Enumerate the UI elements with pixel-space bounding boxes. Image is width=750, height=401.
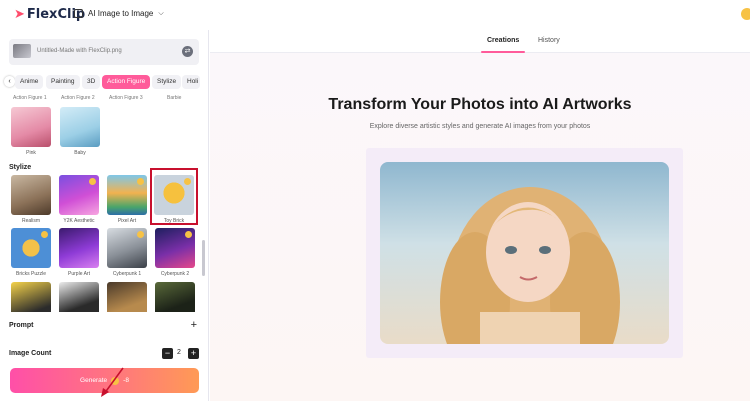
premium-crown-icon	[137, 231, 144, 238]
style-thumbnail	[107, 282, 147, 312]
style-thumbnail	[11, 175, 51, 215]
caption-barbie: Barbie	[167, 95, 182, 101]
style-card-cyberpunk-1[interactable]: Cyberpunk 1	[107, 228, 147, 277]
credits-coin-icon[interactable]	[741, 8, 750, 20]
premium-crown-icon	[41, 231, 48, 238]
style-card-partial[interactable]	[11, 282, 51, 312]
style-thumbnail	[60, 107, 100, 147]
image-count-label: Image Count	[9, 350, 52, 357]
tab-history[interactable]: History	[538, 37, 560, 44]
style-card-realism[interactable]: Realism	[11, 175, 51, 224]
uploaded-filename: Untitled-Made with FlexClip.png	[37, 48, 122, 54]
image-count-value: 2	[177, 349, 181, 356]
premium-crown-icon	[89, 178, 96, 185]
style-thumbnail	[11, 282, 51, 312]
chevron-down-icon: ⌵	[158, 9, 164, 17]
premium-crown-icon	[185, 231, 192, 238]
prompt-row[interactable]: Prompt +	[9, 319, 199, 333]
style-card-purple-art[interactable]: Purple Art	[59, 228, 99, 277]
style-thumbnail	[59, 282, 99, 312]
tab-anime[interactable]: Anime	[15, 75, 44, 89]
style-card-y2k-aesthetic[interactable]: Y2K Aesthetic	[59, 175, 99, 224]
prompt-label: Prompt	[9, 322, 34, 329]
selected-style-highlight	[150, 168, 198, 225]
caption-action-figure-3: Action Figure 3	[109, 95, 143, 101]
tool-name: AI Image to Image	[88, 9, 154, 18]
caption-action-figure-2: Action Figure 2	[61, 95, 95, 101]
style-card-partial[interactable]	[107, 282, 147, 312]
style-thumbnail	[59, 228, 99, 268]
increase-count-button[interactable]: +	[188, 348, 199, 359]
active-tab-indicator	[481, 51, 525, 53]
tool-dropdown[interactable]: AI Image to Image ⌵	[74, 9, 164, 18]
top-bar: ➤ FlexClip AI Image to Image ⌵	[0, 0, 750, 30]
style-card-partial[interactable]	[59, 282, 99, 312]
premium-crown-icon	[137, 178, 144, 185]
tab-action-figure[interactable]: Action Figure	[102, 75, 151, 89]
style-card-bricks-puzzle[interactable]: Bricks Puzzle	[11, 228, 51, 277]
style-thumbnail	[11, 107, 51, 147]
style-card-label: Purple Art	[68, 271, 90, 277]
style-card-label: Y2K Aesthetic	[63, 218, 95, 224]
style-card-baby[interactable]: Baby	[60, 107, 100, 156]
style-tabs: ‹ Anime Painting 3D Action Figure Styliz…	[0, 73, 209, 91]
flexclip-logo-icon: ➤	[14, 7, 25, 22]
decrease-count-button[interactable]: −	[162, 348, 173, 359]
style-card-pixel-art[interactable]: Pixel Art	[107, 175, 147, 224]
page-title: Transform Your Photos into AI Artworks	[328, 96, 632, 113]
style-card-label: Realism	[21, 218, 41, 224]
style-card-pink[interactable]: Pink	[11, 107, 51, 156]
uploaded-image[interactable]: Untitled-Made with FlexClip.png ⇄	[9, 39, 199, 65]
swap-image-icon[interactable]: ⇄	[182, 46, 193, 57]
main-tabs: Creations History	[210, 30, 750, 53]
portrait-illustration	[440, 187, 620, 344]
preview-frame	[366, 148, 683, 358]
style-card-label: Cyberpunk 1	[112, 271, 142, 277]
main-panel: Creations History Transform Your Photos …	[210, 30, 750, 401]
style-card-cyberpunk-2[interactable]: Cyberpunk 2	[155, 228, 195, 277]
tab-painting[interactable]: Painting	[46, 75, 80, 89]
tab-creations[interactable]: Creations	[487, 37, 519, 44]
expand-prompt-icon[interactable]: +	[191, 319, 197, 331]
page-subtitle: Explore diverse artistic styles and gene…	[369, 123, 591, 130]
style-card-partial[interactable]	[155, 282, 195, 312]
tab-stylize[interactable]: Stylize	[152, 75, 182, 89]
style-card-label: Baby	[74, 150, 86, 156]
tab-holi[interactable]: Holi	[182, 75, 200, 89]
style-card-label: Pixel Art	[117, 218, 137, 224]
tabs-scroll-left-icon[interactable]: ‹	[4, 76, 15, 87]
style-thumbnail	[155, 282, 195, 312]
uploaded-image-thumbnail	[13, 44, 31, 58]
image-tool-icon	[74, 9, 83, 18]
style-card-label: Pink	[26, 150, 36, 156]
preview-image[interactable]	[380, 162, 669, 344]
caption-action-figure-1: Action Figure 1	[13, 95, 47, 101]
red-annotation-arrow-icon	[101, 367, 124, 397]
style-card-label: Cyberpunk 2	[160, 271, 190, 277]
style-card-label: Bricks Puzzle	[15, 271, 46, 277]
style-list-scrollbar[interactable]	[202, 240, 205, 276]
image-count-row: Image Count − 2 +	[9, 348, 199, 362]
tab-3d[interactable]: 3D	[82, 75, 101, 89]
stylize-section-title: Stylize	[9, 164, 32, 171]
sidebar: Untitled-Made with FlexClip.png ⇄ ‹ Anim…	[0, 30, 209, 401]
